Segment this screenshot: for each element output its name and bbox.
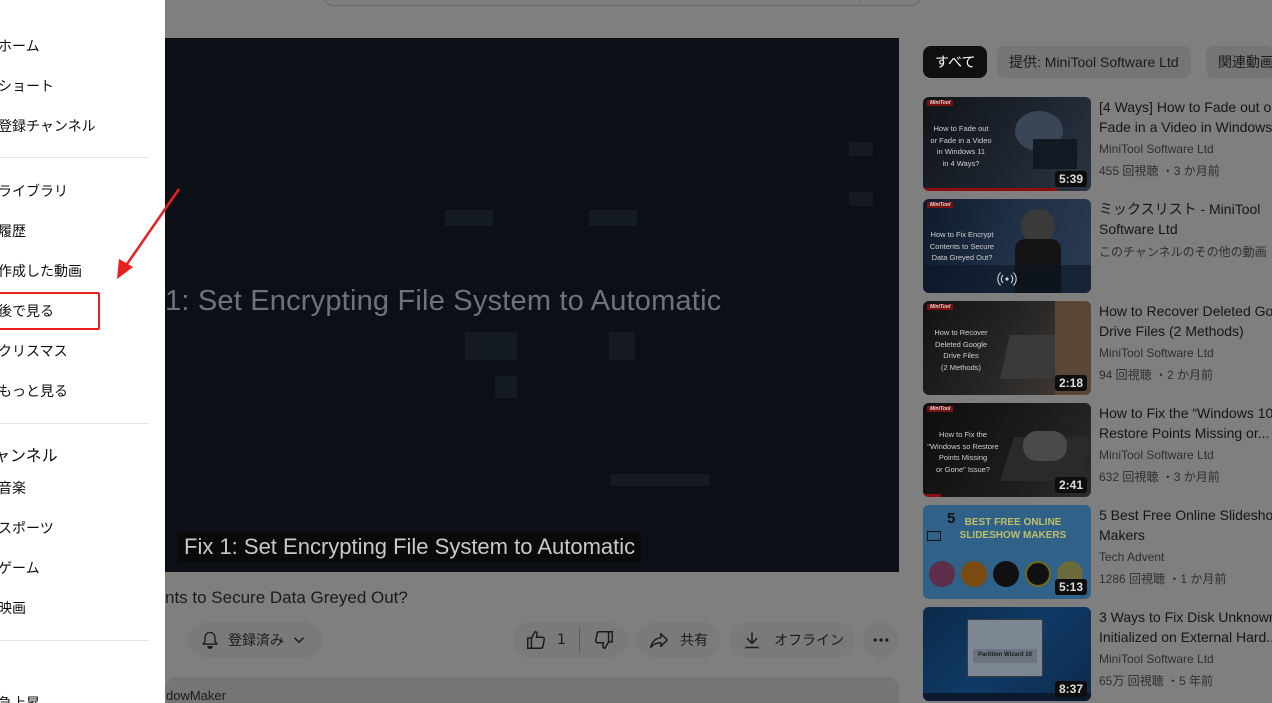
recommendation-title[interactable]: 5 Best Free Online Slideshow Makers	[1099, 505, 1272, 545]
chip-from-minitool[interactable]: 提供: MiniTool Software Ltd	[997, 46, 1191, 78]
thumbnail[interactable]: MiniTool How to Fix Encrypt Contents to …	[923, 199, 1091, 293]
chip-all[interactable]: すべて	[923, 46, 988, 78]
thumbnail-text: How to Recover Deleted Google Drive File…	[934, 328, 988, 372]
video-frame-text: 1: Set Encrypting File System to Automat…	[165, 285, 722, 317]
sidebar-item-subscriptions[interactable]: 登録チャンネル	[0, 116, 96, 136]
mix-radio-icon	[997, 272, 1017, 286]
description-text: dowMaker	[166, 688, 226, 703]
minitool-logo: MiniTool	[927, 202, 954, 208]
chevron-down-icon	[293, 637, 305, 644]
video-meta: 1286 回視聴 ・1 か月前	[1099, 572, 1227, 586]
video-caption: Fix 1: Set Encrypting File System to Aut…	[178, 532, 642, 562]
thumbnail[interactable]: Partition Wizard 10 8:37	[923, 607, 1091, 701]
video-duration: 5:13	[1054, 579, 1087, 595]
sidebar: ホーム ショート 登録チャンネル ライブラリ 履歴 作成した動画 後で見る クリ…	[0, 0, 165, 703]
video-player[interactable]: 1: Set Encrypting File System to Automat…	[165, 38, 899, 572]
sidebar-divider	[0, 640, 148, 641]
sidebar-item-library[interactable]: ライブラリ	[0, 181, 68, 201]
sidebar-divider	[0, 423, 148, 424]
share-button[interactable]: 共有	[636, 622, 720, 658]
thumbnail-text: Partition Wizard 10	[978, 652, 1032, 658]
thumbnail-text: How to Fade out or Fade in a Video in Wi…	[930, 124, 992, 168]
thumbnail[interactable]: MiniTool How to Fix the "Windows so Rest…	[923, 403, 1091, 497]
description-box[interactable]	[165, 677, 899, 703]
download-label: オフライン	[774, 633, 844, 649]
recommendation-item[interactable]: MiniTool How to Fix Encrypt Contents to …	[923, 199, 1272, 293]
sidebar-item-your-videos[interactable]: 作成した動画	[0, 261, 82, 281]
like-button[interactable]: 1	[513, 622, 579, 658]
channel-name[interactable]: MiniTool Software Ltd	[1099, 652, 1214, 666]
minitool-logo: MiniTool	[927, 406, 954, 412]
sidebar-item-sports[interactable]: スポーツ	[0, 518, 54, 538]
video-duration: 2:41	[1054, 477, 1087, 493]
sidebar-item-gaming[interactable]: ゲーム	[0, 558, 40, 578]
minitool-logo: MiniTool	[927, 304, 954, 310]
recommendation-item[interactable]: MiniTool How to Recover Deleted Google D…	[923, 301, 1272, 395]
thumbnail-text: How to Fix the "Windows so Restore Point…	[927, 430, 999, 474]
share-icon	[650, 632, 668, 649]
sidebar-item-home[interactable]: ホーム	[0, 36, 40, 56]
more-actions-button[interactable]	[863, 622, 899, 658]
annotation-arrow-icon	[117, 188, 181, 279]
video-meta: 94 回視聴 ・2 か月前	[1099, 368, 1214, 382]
download-icon	[745, 632, 759, 649]
recommendation-title[interactable]: [4 Ways] How to Fade out or Fade in a Vid…	[1099, 97, 1272, 137]
channel-name[interactable]: MiniTool Software Ltd	[1099, 448, 1214, 462]
thumbnail[interactable]: MiniTool How to Fade out or Fade in a Vi…	[923, 97, 1091, 191]
download-button[interactable]: オフライン	[730, 622, 854, 658]
subscribed-label: 登録済み	[228, 633, 284, 649]
video-duration: 5:39	[1054, 171, 1087, 187]
thumbnail-text: BEST FREE ONLINE SLIDESHOW MAKERS	[959, 517, 1067, 541]
recommendation-item[interactable]: 5 BEST FREE ONLINE SLIDESHOW MAKERS 5:13…	[923, 505, 1272, 599]
channel-name[interactable]: Tech Advent	[1099, 550, 1164, 564]
channel-name[interactable]: MiniTool Software Ltd	[1099, 346, 1214, 360]
sidebar-item-movies[interactable]: 映画	[0, 598, 26, 618]
recommendation-item[interactable]: Partition Wizard 10 8:37 3 Ways to Fix D…	[923, 607, 1272, 701]
thumbnail[interactable]: 5 BEST FREE ONLINE SLIDESHOW MAKERS 5:13	[923, 505, 1091, 599]
thumbnail[interactable]: MiniTool How to Recover Deleted Google D…	[923, 301, 1091, 395]
sidebar-item-shorts[interactable]: ショート	[0, 76, 54, 96]
channel-name[interactable]: MiniTool Software Ltd	[1099, 142, 1214, 156]
thumbnail-text: How to Fix Encrypt Contents to Secure Da…	[929, 230, 995, 262]
video-meta: 632 回視聴 ・3 か月前	[1099, 470, 1220, 484]
search-bar[interactable]	[322, 0, 922, 6]
video-meta: 65万 回視聴 ・5 年前	[1099, 674, 1214, 688]
sidebar-item-history[interactable]: 履歴	[0, 221, 26, 241]
more-horizontal-icon	[873, 638, 889, 642]
recommendation-item[interactable]: MiniTool How to Fix the "Windows so Rest…	[923, 403, 1272, 497]
video-meta: 455 回視聴 ・3 か月前	[1099, 164, 1220, 178]
like-dislike-group: 1	[513, 622, 628, 658]
recommendation-item[interactable]: MiniTool How to Fade out or Fade in a Vi…	[923, 97, 1272, 191]
watch-later-highlight-box	[0, 292, 100, 330]
sidebar-divider	[0, 157, 148, 158]
sidebar-section-channels: ャンネル	[0, 446, 58, 465]
video-duration: 2:18	[1054, 375, 1087, 391]
subscribed-button[interactable]: 登録済み	[188, 622, 322, 658]
recommendation-title[interactable]: ミックスリスト - MiniTool Software Ltd	[1099, 199, 1272, 239]
sidebar-item-music[interactable]: 音楽	[0, 478, 26, 498]
sidebar-item-show-more[interactable]: もっと見る	[0, 381, 68, 401]
chip-related[interactable]: 関連動画	[1206, 46, 1272, 78]
dislike-button[interactable]	[580, 622, 628, 658]
recommendation-title[interactable]: How to Recover Deleted Goo Drive Files (2…	[1099, 301, 1272, 341]
video-duration: 8:37	[1054, 681, 1087, 697]
share-label: 共有	[680, 633, 708, 649]
sidebar-item-christmas[interactable]: クリスマス	[0, 341, 68, 361]
like-count: 1	[557, 632, 566, 648]
minitool-logo: MiniTool	[927, 100, 954, 106]
sidebar-item-trending[interactable]: 急上昇	[0, 693, 40, 703]
bell-icon	[202, 631, 218, 650]
recommendation-title[interactable]: How to Fix the “Windows 10 Restore Points…	[1099, 403, 1272, 443]
video-title: nts to Secure Data Greyed Out?	[165, 588, 408, 607]
video-meta: このチャンネルのその他の動画	[1099, 245, 1267, 259]
thumbs-down-icon	[595, 631, 613, 649]
thumbs-up-icon	[527, 631, 545, 649]
recommendation-title[interactable]: 3 Ways to Fix Disk Unknown Initialized on…	[1099, 607, 1272, 647]
